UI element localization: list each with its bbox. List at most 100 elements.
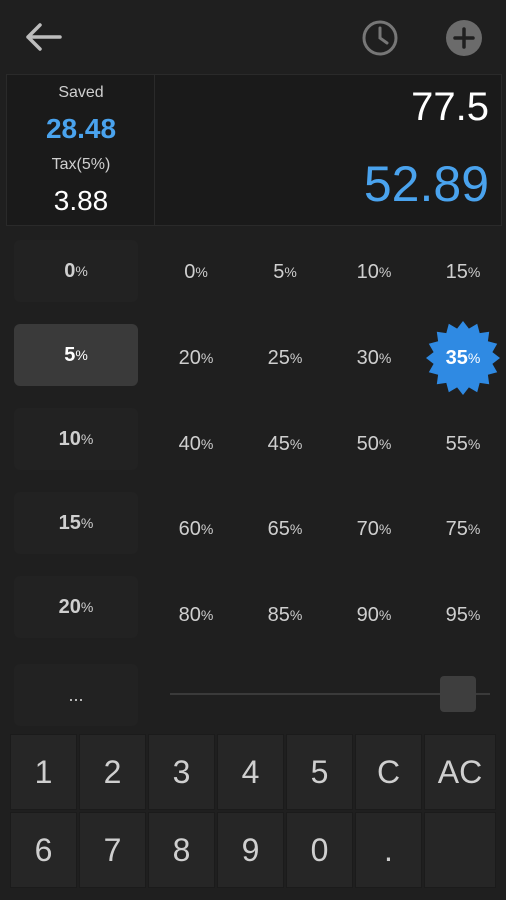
saved-value: 28.48: [45, 113, 117, 144]
tip-rate-5[interactable]: 5%: [241, 242, 329, 302]
saved-label: Saved: [58, 84, 104, 101]
decimal-point-key[interactable]: .: [355, 812, 422, 888]
percent-sign: %: [200, 436, 214, 452]
percent-sign: %: [378, 436, 392, 452]
key-9[interactable]: 9: [217, 812, 284, 888]
result-display: Saved 28.48 Tax(5%) 3.88 77.5 52.89: [6, 74, 502, 226]
tip-rate-15[interactable]: 15%: [419, 242, 506, 302]
percent-sign: %: [80, 599, 94, 615]
tip-rate-number: 45: [267, 432, 290, 455]
tip-rate-75[interactable]: 75%: [419, 499, 506, 559]
clear-button[interactable]: C: [355, 734, 422, 810]
tax-rate-5[interactable]: 5%: [14, 324, 138, 386]
tip-rate-55[interactable]: 55%: [419, 414, 506, 474]
tip-rate-35[interactable]: 35%: [419, 328, 506, 388]
tip-rate-number: 90: [356, 603, 379, 626]
tip-rate-65[interactable]: 65%: [241, 499, 329, 559]
tax-rate-0[interactable]: 0%: [14, 240, 138, 302]
tip-rate-25[interactable]: 25%: [241, 328, 329, 388]
tip-rate-20[interactable]: 20%: [152, 328, 240, 388]
tip-rate-0[interactable]: 0%: [152, 242, 240, 302]
top-bar: [0, 0, 506, 72]
more-rates-button[interactable]: ...: [14, 664, 138, 726]
tip-rate-95[interactable]: 95%: [419, 585, 506, 645]
total-value: 52.89: [363, 156, 489, 212]
empty-key: [424, 812, 496, 888]
percent-sign: %: [378, 264, 392, 280]
percent-sign: %: [75, 263, 88, 279]
tax-rate-number: 20: [58, 595, 81, 618]
add-button[interactable]: [442, 16, 486, 60]
percent-sign: %: [467, 521, 481, 537]
tip-rate-70[interactable]: 70%: [330, 499, 418, 559]
percent-sign: %: [467, 264, 481, 280]
tip-rate-number: 5: [273, 260, 285, 283]
tip-rate-number: 70: [356, 517, 379, 540]
tip-rate-45[interactable]: 45%: [241, 414, 329, 474]
tip-rate-number: 25: [267, 346, 290, 369]
key-4[interactable]: 4: [217, 734, 284, 810]
history-button[interactable]: [358, 16, 402, 60]
tip-rate-number: 85: [267, 603, 290, 626]
tip-rate-number: 20: [178, 346, 201, 369]
tip-rate-60[interactable]: 60%: [152, 499, 240, 559]
percent-sign: %: [80, 431, 94, 447]
tax-rate-10[interactable]: 10%: [14, 408, 138, 470]
plus-circle-icon: [446, 20, 482, 56]
back-arrow-icon: [26, 23, 62, 51]
key-8[interactable]: 8: [148, 812, 215, 888]
tax-value: 3.88: [53, 185, 109, 216]
key-0[interactable]: 0: [286, 812, 353, 888]
tip-rate-number: 30: [356, 346, 379, 369]
tip-rate-40[interactable]: 40%: [152, 414, 240, 474]
key-1[interactable]: 1: [10, 734, 77, 810]
tip-rate-number: 55: [445, 432, 468, 455]
percent-sign: %: [289, 521, 303, 537]
percent-sign: %: [75, 347, 88, 363]
key-7[interactable]: 7: [79, 812, 146, 888]
back-button[interactable]: [22, 18, 64, 56]
keypad: 1 2 3 4 5 C AC 6 7 8 9 0 .: [10, 734, 496, 890]
percent-sign: %: [80, 515, 94, 531]
tip-rate-85[interactable]: 85%: [241, 585, 329, 645]
tax-rate-20[interactable]: 20%: [14, 576, 138, 638]
tax-label: Tax(5%): [51, 156, 111, 173]
tip-rate-80[interactable]: 80%: [152, 585, 240, 645]
tip-rate-number: 50: [356, 432, 379, 455]
tax-rate-number: 10: [58, 427, 81, 450]
tip-rate-number: 80: [178, 603, 201, 626]
percent-sign: %: [378, 607, 392, 623]
percent-sign: %: [378, 350, 392, 366]
tip-rate-number: 75: [445, 517, 468, 540]
all-clear-button[interactable]: AC: [424, 734, 496, 810]
amount-value: 77.5: [411, 85, 489, 129]
percent-sign: %: [200, 607, 214, 623]
tip-rate-number: 15: [445, 260, 468, 283]
percent-sign: %: [195, 264, 208, 280]
summary-panel: Saved 28.48 Tax(5%) 3.88: [7, 75, 155, 225]
tip-rate-number: 40: [178, 432, 201, 455]
tip-rate-number: 95: [445, 603, 468, 626]
key-5[interactable]: 5: [286, 734, 353, 810]
percent-sign: %: [467, 607, 481, 623]
percent-sign: %: [200, 350, 214, 366]
percent-sign: %: [200, 521, 214, 537]
percent-sign: %: [378, 521, 392, 537]
tip-rate-number: 10: [356, 260, 379, 283]
key-6[interactable]: 6: [10, 812, 77, 888]
tip-rate-50[interactable]: 50%: [330, 414, 418, 474]
tip-rate-10[interactable]: 10%: [330, 242, 418, 302]
tip-rate-number: 35: [445, 346, 468, 369]
tip-rate-90[interactable]: 90%: [330, 585, 418, 645]
tip-rate-30[interactable]: 30%: [330, 328, 418, 388]
key-3[interactable]: 3: [148, 734, 215, 810]
key-2[interactable]: 2: [79, 734, 146, 810]
clock-icon: [362, 20, 398, 56]
tax-rate-number: 5: [64, 343, 76, 366]
percent-sign: %: [289, 436, 303, 452]
percent-sign: %: [467, 350, 481, 366]
percent-sign: %: [467, 436, 481, 452]
tip-slider-thumb[interactable]: [440, 676, 476, 712]
tax-rate-15[interactable]: 15%: [14, 492, 138, 554]
tax-rate-number: 15: [58, 511, 81, 534]
